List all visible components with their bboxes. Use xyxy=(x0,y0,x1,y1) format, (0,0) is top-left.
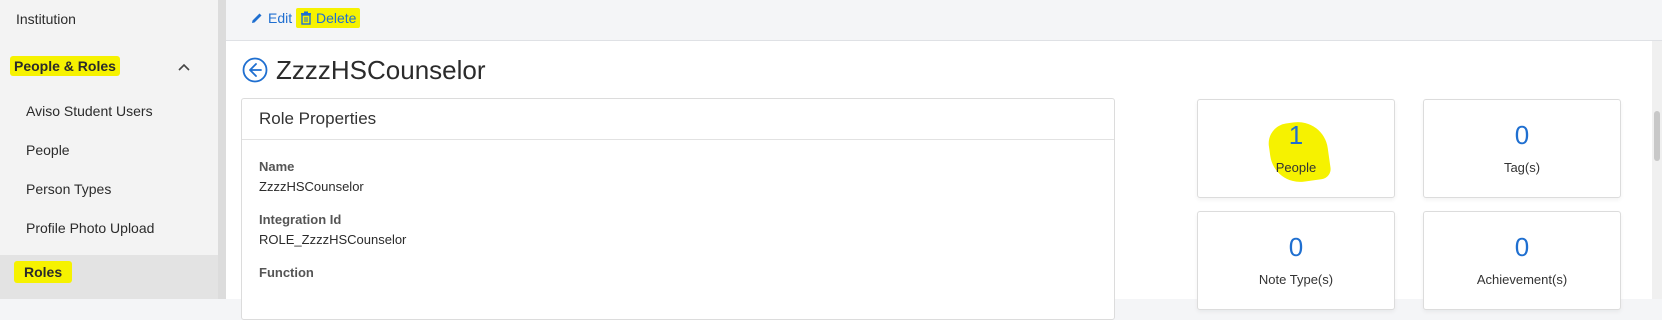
sidebar-item-person-types[interactable]: Person Types xyxy=(26,181,244,197)
sidebar-scrollbar[interactable] xyxy=(218,0,226,299)
stat-number: 0 xyxy=(1288,232,1304,262)
edit-button[interactable]: Edit xyxy=(250,10,292,26)
integration-id-value: ROLE_ZzzzHSCounselor xyxy=(259,232,407,247)
sidebar-item-label: Person Types xyxy=(26,181,112,197)
stat-card-tags[interactable]: 0 Tag(s) xyxy=(1423,99,1621,198)
scrollbar-thumb[interactable] xyxy=(1654,111,1660,161)
delete-label: Delete xyxy=(316,10,357,26)
sidebar-item-roles[interactable]: Roles xyxy=(0,255,218,299)
sidebar: Institution People & Roles Aviso Student… xyxy=(0,0,218,299)
name-value: ZzzzHSCounselor xyxy=(259,179,364,194)
sidebar-item-profile-photo-upload[interactable]: Profile Photo Upload xyxy=(26,220,244,236)
sidebar-item-label: People xyxy=(26,142,70,158)
role-properties-panel: Role Properties Name ZzzzHSCounselor Int… xyxy=(241,98,1115,320)
stat-number: 0 xyxy=(1514,232,1530,262)
function-label: Function xyxy=(259,265,314,280)
sidebar-item-institution[interactable]: Institution xyxy=(16,11,234,27)
stat-number: 0 xyxy=(1514,120,1530,150)
stat-label: People xyxy=(1275,160,1317,175)
page-title: ZzzzHSCounselor xyxy=(276,55,486,85)
toolbar: Edit Delete xyxy=(226,0,1662,41)
stat-label: Note Type(s) xyxy=(1258,272,1334,287)
integration-id-label: Integration Id xyxy=(259,212,342,227)
sidebar-item-label: Profile Photo Upload xyxy=(26,220,155,236)
sidebar-section-label: People & Roles xyxy=(10,56,120,76)
sidebar-item-people[interactable]: People xyxy=(26,142,244,158)
stat-card-note-types[interactable]: 0 Note Type(s) xyxy=(1197,211,1395,310)
back-arrow-circle-icon[interactable] xyxy=(242,57,268,83)
trash-icon xyxy=(301,11,311,25)
chevron-up-icon[interactable] xyxy=(176,60,192,76)
pencil-icon xyxy=(252,13,262,23)
stat-card-people[interactable]: 1 People xyxy=(1197,99,1395,198)
sidebar-section-people-roles[interactable]: People & Roles xyxy=(10,56,208,76)
content-area: ZzzzHSCounselor Role Properties Name Zzz… xyxy=(226,41,1662,320)
sidebar-item-label: Roles xyxy=(14,261,73,283)
sidebar-item-label: Institution xyxy=(16,11,76,27)
sidebar-item-aviso-student-users[interactable]: Aviso Student Users xyxy=(26,103,244,119)
edit-label: Edit xyxy=(268,10,293,26)
name-label: Name xyxy=(259,159,295,174)
delete-button[interactable]: Delete xyxy=(296,8,361,28)
main-scrollbar[interactable] xyxy=(1652,41,1662,299)
stat-label: Tag(s) xyxy=(1503,160,1541,175)
stat-label: Achievement(s) xyxy=(1476,272,1568,287)
panel-header: Role Properties xyxy=(242,99,1114,140)
stat-number: 1 xyxy=(1288,120,1304,150)
main-area: Edit Delete ZzzzHSCounselor Role Propert… xyxy=(226,0,1662,320)
sidebar-item-label: Aviso Student Users xyxy=(26,103,153,119)
stat-card-achievements[interactable]: 0 Achievement(s) xyxy=(1423,211,1621,310)
